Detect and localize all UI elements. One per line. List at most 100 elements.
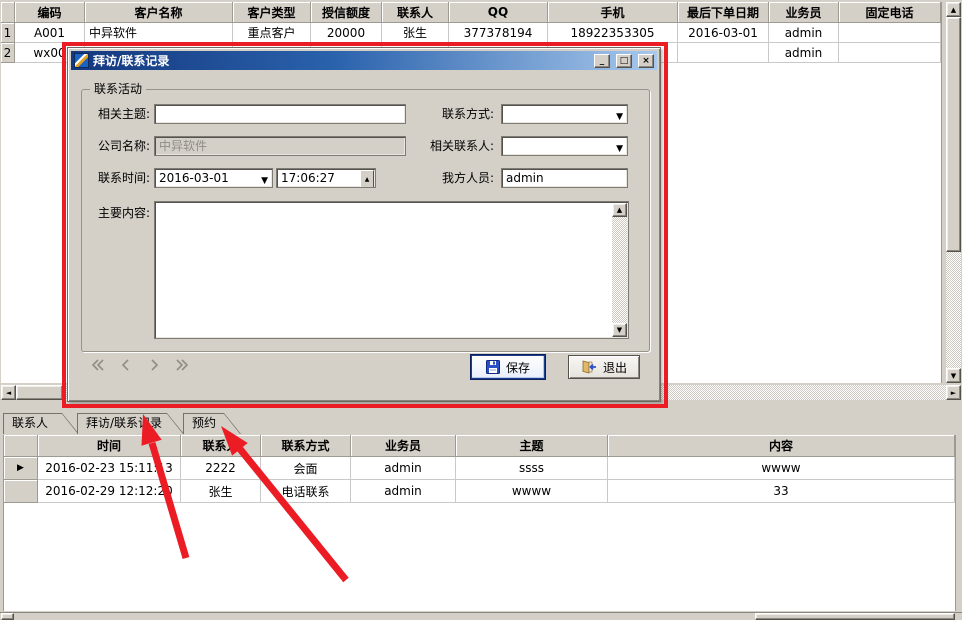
bottom-scroll-thumb[interactable]: [755, 613, 955, 620]
col-header-customer-name[interactable]: 客户名称: [85, 2, 233, 23]
scroll-right-icon: ►: [951, 389, 956, 397]
cell-subject[interactable]: wwww: [456, 480, 608, 503]
cell-method[interactable]: 电话联系: [261, 480, 351, 503]
record-row-selected[interactable]: ▶ 2016-02-23 15:11:13 2222 会面 admin ssss…: [4, 457, 955, 480]
col-header-salesman[interactable]: 业务员: [351, 435, 456, 457]
first-record-icon: [90, 357, 106, 373]
related-contact-dropdown[interactable]: ▼: [501, 136, 628, 156]
tab-strip: 联系人 拜访/联系记录 预约: [0, 413, 962, 434]
cell-time[interactable]: 2016-02-23 15:11:13: [38, 457, 181, 480]
tab-contacts[interactable]: 联系人: [3, 413, 79, 434]
cell-time[interactable]: 2016-02-29 12:12:20: [38, 480, 181, 503]
chevron-down-icon[interactable]: ▼: [261, 172, 268, 188]
cell-contact[interactable]: 张生: [382, 23, 449, 43]
scroll-up-button[interactable]: ▲: [612, 203, 627, 217]
nav-first-button[interactable]: [89, 356, 107, 374]
exit-door-icon: [581, 360, 597, 374]
cell-contact[interactable]: 2222: [181, 457, 261, 480]
contact-date-value: 2016-03-01: [159, 171, 229, 185]
cell-customer-name[interactable]: 中异软件: [85, 23, 233, 43]
chevron-down-icon[interactable]: ▼: [616, 140, 623, 156]
bottom-scrollbar[interactable]: [0, 612, 962, 620]
subject-input[interactable]: [154, 104, 406, 124]
scroll-right-button[interactable]: ►: [946, 385, 961, 400]
col-header-customer-type[interactable]: 客户类型: [233, 2, 311, 23]
contact-date-dropdown[interactable]: 2016-03-01 ▼: [154, 168, 273, 188]
visit-record-dialog: 拜访/联系记录 _ □ × 联系活动 相关主题: 联系方式: ▼ 公司名称: 中…: [67, 47, 661, 402]
scroll-left-button[interactable]: [1, 613, 14, 620]
cell-qq[interactable]: 377378194: [449, 23, 548, 43]
cell-salesman[interactable]: admin: [351, 457, 456, 480]
save-button[interactable]: 保存: [471, 355, 545, 379]
cell-content[interactable]: 33: [608, 480, 955, 503]
content-label: 主要内容:: [86, 203, 150, 223]
scroll-down-button[interactable]: ▼: [612, 323, 627, 337]
cell-code[interactable]: A001: [15, 23, 85, 43]
cell-method[interactable]: 会面: [261, 457, 351, 480]
record-row[interactable]: 2016-02-29 12:12:20 张生 电话联系 admin wwww 3…: [4, 480, 955, 503]
scroll-down-button[interactable]: ▼: [946, 368, 961, 383]
dialog-titlebar[interactable]: 拜访/联系记录 _ □ ×: [71, 51, 657, 70]
tab-appointments[interactable]: 预约: [183, 413, 241, 434]
cell-content[interactable]: wwww: [608, 457, 955, 480]
chevron-down-icon[interactable]: ▼: [616, 108, 623, 124]
col-header-last-order-date[interactable]: 最后下单日期: [678, 2, 769, 23]
minimize-button[interactable]: _: [594, 54, 610, 68]
customer-row[interactable]: 1 A001 中异软件 重点客户 20000 张生 377378194 1892…: [1, 23, 941, 43]
col-header-qq[interactable]: QQ: [449, 2, 548, 23]
maximize-button[interactable]: □: [616, 54, 632, 68]
cell-contact[interactable]: 张生: [181, 480, 261, 503]
col-header-contact[interactable]: 联系人: [382, 2, 449, 23]
close-icon: ×: [642, 56, 650, 66]
contact-time-spinner[interactable]: 17:06:27 ▲ ▼: [276, 168, 376, 188]
col-header-time[interactable]: 时间: [38, 435, 181, 457]
contact-time-label: 联系时间:: [86, 168, 150, 188]
scroll-up-icon: ▲: [951, 6, 956, 14]
cell-customer-type[interactable]: 重点客户: [233, 23, 311, 43]
textarea-scrollbar[interactable]: ▲ ▼: [612, 203, 627, 337]
cell-last-order-date[interactable]: 2016-03-01: [678, 23, 769, 43]
scroll-left-icon: ◄: [6, 389, 11, 397]
col-header-mobile[interactable]: 手机: [548, 2, 678, 23]
scroll-up-button[interactable]: ▲: [946, 2, 961, 17]
row-selector: [4, 480, 38, 503]
corner-cell: [4, 435, 38, 457]
tab-visit-records[interactable]: 拜访/联系记录: [77, 413, 184, 434]
content-textarea[interactable]: ▲ ▼: [154, 201, 629, 339]
cell-subject[interactable]: ssss: [456, 457, 608, 480]
nav-prev-button[interactable]: [117, 356, 135, 374]
cell-mobile[interactable]: 18922353305: [548, 23, 678, 43]
contact-method-dropdown[interactable]: ▼: [501, 104, 628, 124]
spin-up-button[interactable]: ▲: [360, 170, 374, 188]
cell-fixed-phone[interactable]: [839, 23, 941, 43]
app-logo-icon: [74, 53, 89, 68]
col-header-method[interactable]: 联系方式: [261, 435, 351, 457]
scroll-left-button[interactable]: ◄: [1, 385, 16, 400]
horizontal-scroll-thumb[interactable]: [16, 385, 63, 400]
cell-last-order-date[interactable]: [678, 43, 769, 63]
col-header-contact[interactable]: 联系人: [181, 435, 261, 457]
app-window: 编码 客户名称 客户类型 授信额度 联系人 QQ 手机 最后下单日期 业务员 固…: [0, 0, 962, 620]
cell-salesman[interactable]: admin: [769, 23, 839, 43]
cell-credit[interactable]: 20000: [311, 23, 382, 43]
cell-salesman[interactable]: admin: [351, 480, 456, 503]
cell-salesman[interactable]: admin: [769, 43, 839, 63]
col-header-content[interactable]: 内容: [608, 435, 955, 457]
vertical-scroll-thumb[interactable]: [946, 17, 961, 252]
subject-label: 相关主题:: [86, 104, 150, 124]
customer-grid-header: 编码 客户名称 客户类型 授信额度 联系人 QQ 手机 最后下单日期 业务员 固…: [1, 2, 941, 23]
col-header-subject[interactable]: 主题: [456, 435, 608, 457]
nav-next-button[interactable]: [145, 356, 163, 374]
exit-button[interactable]: 退出: [568, 355, 640, 379]
col-header-salesman[interactable]: 业务员: [769, 2, 839, 23]
our-staff-input[interactable]: admin: [501, 168, 628, 188]
vertical-scrollbar[interactable]: ▲ ▼: [946, 2, 961, 383]
close-button[interactable]: ×: [638, 54, 654, 68]
cell-fixed-phone[interactable]: [839, 43, 941, 63]
nav-last-button[interactable]: [173, 356, 191, 374]
minimize-icon: _: [600, 56, 605, 66]
scroll-down-icon: ▼: [951, 372, 956, 380]
col-header-code[interactable]: 编码: [15, 2, 85, 23]
col-header-credit[interactable]: 授信额度: [311, 2, 382, 23]
col-header-fixed-phone[interactable]: 固定电话: [839, 2, 941, 23]
